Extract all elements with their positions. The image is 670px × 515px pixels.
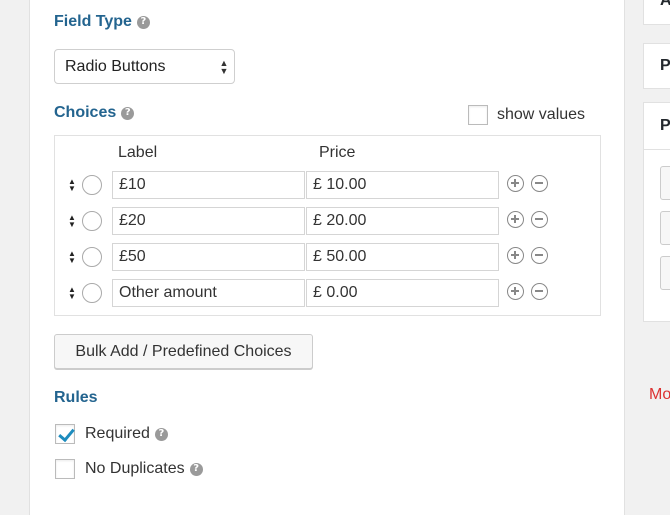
choice-row: ▲ ▼ £20 £ 20.00 xyxy=(55,207,600,235)
choice-price-input[interactable]: £ 50.00 xyxy=(306,243,499,271)
plus-circle-icon-stem xyxy=(514,215,516,223)
sidebar-card: P xyxy=(643,43,670,89)
choice-label-input[interactable]: £10 xyxy=(112,171,305,199)
add-choice-button[interactable] xyxy=(507,211,524,228)
help-icon[interactable]: ? xyxy=(121,106,135,120)
field-type-label: Field Type xyxy=(54,13,132,30)
remove-choice-button[interactable] xyxy=(531,211,548,228)
no-duplicates-checkbox[interactable] xyxy=(55,459,75,479)
minus-circle-icon xyxy=(535,254,543,256)
column-header-price: Price xyxy=(319,144,356,161)
help-icon[interactable]: ? xyxy=(154,427,168,441)
sidebar-card: P xyxy=(643,102,670,322)
sort-arrows-icon[interactable]: ▲ ▼ xyxy=(67,286,77,301)
required-label: Required xyxy=(85,425,150,442)
default-choice-radio[interactable] xyxy=(82,211,102,231)
choice-row: ▲ ▼ £50 £ 50.00 xyxy=(55,243,600,271)
sidebar-button[interactable] xyxy=(660,211,670,245)
minus-circle-icon xyxy=(535,218,543,220)
plus-circle-icon-stem xyxy=(514,179,516,187)
add-choice-button[interactable] xyxy=(507,175,524,192)
divider xyxy=(644,149,670,150)
no-duplicates-label: No Duplicates xyxy=(85,460,185,477)
choice-label-input[interactable]: £50 xyxy=(112,243,305,271)
sidebar-button[interactable] xyxy=(660,166,670,200)
field-type-select[interactable]: Radio Buttons ▲ ▼ xyxy=(54,49,235,84)
field-type-heading: Field Type ? xyxy=(54,13,150,31)
minus-circle-icon xyxy=(535,290,543,292)
sidebar-card-title[interactable]: P xyxy=(660,57,670,75)
column-header-label: Label xyxy=(118,144,158,161)
sort-arrows-icon[interactable]: ▲ ▼ xyxy=(67,178,77,193)
choice-row: ▲ ▼ Other amount £ 0.00 xyxy=(55,279,600,307)
show-values-checkbox[interactable] xyxy=(468,105,488,125)
add-choice-button[interactable] xyxy=(507,247,524,264)
default-choice-radio[interactable] xyxy=(82,247,102,267)
remove-choice-button[interactable] xyxy=(531,247,548,264)
rules-label: Rules xyxy=(54,389,98,406)
sort-arrows-icon[interactable]: ▲ ▼ xyxy=(67,214,77,229)
bulk-add-button[interactable]: Bulk Add / Predefined Choices xyxy=(54,334,313,369)
sidebar-button[interactable] xyxy=(660,256,670,290)
default-choice-radio[interactable] xyxy=(82,283,102,303)
help-icon[interactable]: ? xyxy=(136,15,150,29)
plus-circle-icon-stem xyxy=(514,251,516,259)
required-label-row: Required ? xyxy=(85,425,168,443)
default-choice-radio[interactable] xyxy=(82,175,102,195)
remove-choice-button[interactable] xyxy=(531,175,548,192)
choice-label-input[interactable]: Other amount xyxy=(112,279,305,307)
sort-arrows-icon[interactable]: ▲ ▼ xyxy=(67,250,77,265)
minus-circle-icon xyxy=(535,182,543,184)
no-duplicates-label-row: No Duplicates ? xyxy=(85,460,203,478)
choice-price-input[interactable]: £ 0.00 xyxy=(306,279,499,307)
choice-row: ▲ ▼ £10 £ 10.00 xyxy=(55,171,600,199)
add-choice-button[interactable] xyxy=(507,283,524,300)
choice-price-input[interactable]: £ 10.00 xyxy=(306,171,499,199)
choice-price-input[interactable]: £ 20.00 xyxy=(306,207,499,235)
field-type-selected-value: Radio Buttons xyxy=(65,57,166,75)
select-arrows-icon: ▲ ▼ xyxy=(219,57,229,76)
choices-heading: Choices ? xyxy=(54,104,135,122)
rules-heading: Rules xyxy=(54,389,98,407)
required-checkbox[interactable] xyxy=(55,424,75,444)
choice-label-input[interactable]: £20 xyxy=(112,207,305,235)
show-values-label: show values xyxy=(497,106,586,123)
sidebar-card-title[interactable]: A xyxy=(660,0,670,10)
help-icon[interactable]: ? xyxy=(189,462,203,476)
remove-choice-button[interactable] xyxy=(531,283,548,300)
choices-label: Choices xyxy=(54,104,117,121)
sidebar-card: A xyxy=(643,0,670,25)
plus-circle-icon-stem xyxy=(514,287,516,295)
sidebar-card-title[interactable]: P xyxy=(660,117,670,135)
sidebar-red-link[interactable]: Mo xyxy=(649,386,670,404)
choices-table: Label Price ▲ ▼ £10 £ 10.00 ▲ ▼ £20 £ 20.0… xyxy=(54,135,601,316)
